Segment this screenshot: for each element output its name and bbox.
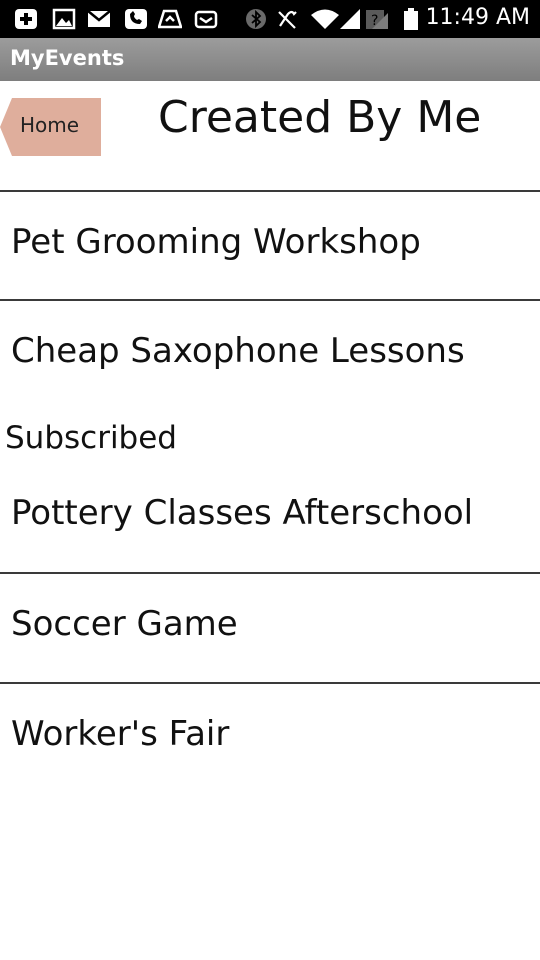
status-time: 11:49 AM: [425, 5, 530, 30]
divider: [0, 299, 540, 301]
list-item-pottery-classes-afterschool[interactable]: Pottery Classes Afterschool: [0, 464, 540, 570]
list-item-workers-fair[interactable]: Worker's Fair: [0, 685, 540, 791]
home-button[interactable]: Home: [0, 98, 101, 156]
divider: [0, 572, 540, 574]
list-item-label: Soccer Game: [11, 604, 238, 644]
list-item-cheap-saxophone-lessons[interactable]: Cheap Saxophone Lessons: [0, 302, 540, 408]
no-sim-icon: ?: [366, 10, 388, 29]
app-title-bar: MyEvents: [0, 38, 540, 81]
mute-icon: [278, 10, 297, 29]
section-header-subscribed: Subscribed: [5, 420, 177, 456]
bluetooth-icon: [246, 9, 266, 29]
battery-icon: [404, 8, 418, 30]
add-notification-icon: [15, 9, 37, 29]
voicemail-icon: [125, 9, 147, 29]
divider: [0, 190, 540, 192]
image-icon: [52, 8, 76, 30]
page-title: Created By Me: [158, 92, 482, 143]
app-title: MyEvents: [10, 46, 125, 70]
upload-icon: [158, 9, 182, 29]
status-bar: ? 11:49 AM: [0, 0, 540, 38]
list-item-pet-grooming-workshop[interactable]: Pet Grooming Workshop: [0, 193, 540, 299]
list-item-soccer-game[interactable]: Soccer Game: [0, 575, 540, 681]
signal-icon: [340, 9, 360, 29]
list-item-label: Cheap Saxophone Lessons: [11, 331, 465, 371]
email-icon: [194, 10, 218, 29]
home-button-label: Home: [20, 113, 80, 137]
gmail-icon: [87, 10, 111, 27]
divider: [0, 682, 540, 684]
wifi-icon: [311, 9, 339, 29]
list-item-label: Pet Grooming Workshop: [11, 222, 421, 262]
list-item-label: Pottery Classes Afterschool: [11, 493, 474, 533]
list-item-label: Worker's Fair: [11, 714, 230, 754]
